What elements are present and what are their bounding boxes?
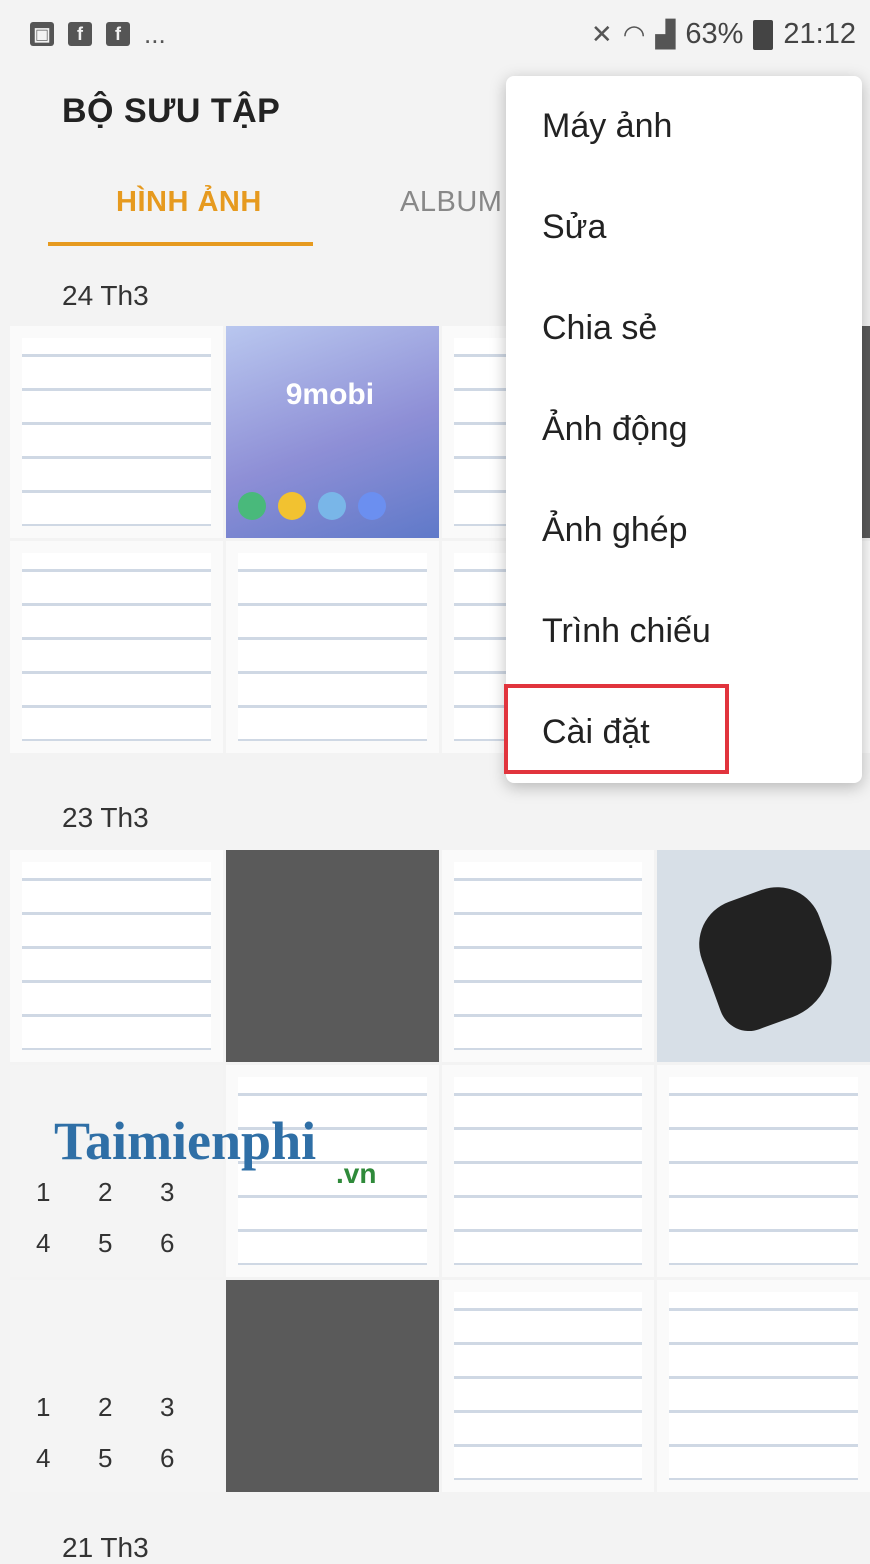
image-icon: ▣ [30,22,54,46]
photo-thumbnail[interactable] [657,1280,870,1492]
menu-item-share[interactable]: Chia sẻ [506,278,862,379]
thumbnail-logo: 9mobi [285,378,375,411]
notification-icons: ▣ f f ... [30,19,166,49]
more-notifications: ... [144,19,166,49]
photo-thumbnail[interactable] [10,326,223,538]
settings-highlight-box [504,684,729,774]
overflow-menu: Máy ảnh Sửa Chia sẻ Ảnh động Ảnh ghép Tr… [504,76,862,783]
phone-icon [237,492,266,520]
signal-icon: ▟ [655,19,676,49]
photo-thumbnail[interactable] [657,850,870,1062]
game-controller-image [686,874,849,1040]
photo-thumbnail[interactable] [441,1280,655,1492]
mute-icon: ✕ [590,19,613,49]
section-date: 21 Th3 [62,1532,149,1563]
tab-images[interactable]: HÌNH ẢNH [116,186,262,219]
facebook-icon: f [106,22,130,46]
photo-thumbnail[interactable] [225,541,439,753]
photo-thumbnail[interactable] [225,850,439,1062]
photo-thumbnail[interactable] [10,541,223,753]
status-bar: ▣ f f ... ✕ ◠ ▟ 63% 21:12 [0,0,870,74]
menu-item-animation[interactable]: Ảnh động [506,379,862,480]
menu-item-slideshow[interactable]: Trình chiếu [506,581,862,682]
photo-thumbnail[interactable] [10,850,223,1062]
watermark-domain: .vn [336,1158,377,1189]
photo-thumbnail[interactable]: 1 2 3 4 5 6 [10,1280,223,1492]
message-icon [277,492,306,520]
browser-icon [357,492,386,520]
app-icons [237,492,386,520]
wifi-icon: ◠ [622,19,646,49]
photo-thumbnail[interactable]: 9mobi [225,326,439,538]
clock: 21:12 [783,18,856,50]
contacts-icon [317,492,346,520]
menu-item-collage[interactable]: Ảnh ghép [506,480,862,581]
photo-thumbnail[interactable] [441,850,655,1062]
facebook-icon: f [68,22,92,46]
active-tab-indicator [48,242,313,246]
battery-percent: 63% [685,18,744,50]
section-date: 23 Th3 [62,802,149,833]
tab-album[interactable]: ALBUM [400,186,502,219]
system-icons: ✕ ◠ ▟ 63% 21:12 [591,18,856,51]
menu-item-edit[interactable]: Sửa [506,177,862,278]
section-date: 24 Th3 [62,280,149,311]
watermark-logo: Taimienphi [54,1111,317,1171]
photo-thumbnail[interactable] [225,1280,439,1492]
menu-item-camera[interactable]: Máy ảnh [506,76,862,177]
photo-thumbnail[interactable] [657,1065,870,1277]
keypad-digits: 1 2 3 4 5 6 [36,1392,175,1473]
photo-thumbnail[interactable] [441,1065,655,1277]
keypad-digits: 1 2 3 4 5 6 [36,1177,175,1258]
page-title: BỘ SƯU TẬP [62,92,281,130]
battery-icon [753,19,774,50]
